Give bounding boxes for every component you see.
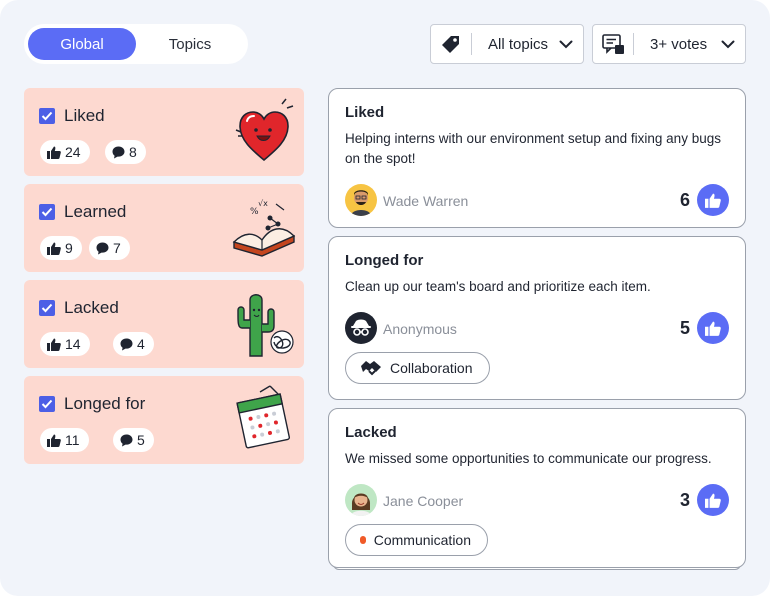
comments-count: 4	[137, 336, 145, 352]
category-checkbox[interactable]	[39, 204, 55, 220]
tag-icon	[431, 25, 471, 63]
author-name: Anonymous	[383, 321, 457, 337]
likes-count-pill: 9	[40, 236, 82, 260]
feedback-card[interactable]: Longed for Clean up our team's board and…	[328, 236, 746, 400]
category-title: Lacked	[64, 298, 119, 317]
likes-count-pill: 24	[40, 140, 90, 164]
thumbs-up-icon	[47, 146, 61, 159]
upvote-button[interactable]	[697, 312, 729, 344]
anonymous-avatar-icon	[345, 312, 377, 344]
category-title: Liked	[64, 106, 105, 125]
upvote-button[interactable]	[697, 184, 729, 216]
category-checkbox[interactable]	[39, 108, 55, 124]
category-card-liked[interactable]: Liked 24 8	[24, 88, 304, 176]
comment-icon	[120, 338, 133, 350]
comments-count-pill: 8	[105, 140, 146, 164]
category-checkbox[interactable]	[39, 396, 55, 412]
comments-count: 8	[129, 144, 137, 160]
avatar	[345, 184, 377, 216]
vote-count: 6	[679, 190, 690, 210]
avatar	[345, 484, 377, 516]
card-category-title: Liked	[345, 104, 385, 121]
category-card-learned[interactable]: Learned 9 7 % √x	[24, 184, 304, 272]
card-text: We missed some opportunities to communic…	[345, 451, 712, 466]
likes-count: 11	[65, 432, 80, 448]
comments-count: 5	[137, 432, 145, 448]
card-text: Helping interns with our environment set…	[345, 131, 721, 166]
cactus-illustration	[232, 288, 296, 358]
handshake-icon	[361, 361, 381, 376]
likes-count: 24	[65, 144, 81, 160]
vote-count: 5	[679, 318, 690, 338]
author-name: Jane Cooper	[383, 493, 464, 509]
likes-count-pill: 14	[40, 332, 90, 356]
likes-count: 9	[65, 240, 73, 256]
comment-icon	[112, 146, 125, 158]
toggle-topics[interactable]: Topics	[136, 28, 244, 60]
thumbs-up-icon	[47, 242, 61, 255]
book-illustration: % √x	[232, 192, 296, 262]
card-category-title: Lacked	[345, 424, 397, 441]
upvote-button[interactable]	[697, 484, 729, 516]
category-title: Longed for	[64, 394, 146, 413]
chevron-down-icon	[549, 40, 583, 49]
category-card-lacked[interactable]: Lacked 14 4	[24, 280, 304, 368]
topic-tag-communication[interactable]: Communication	[345, 524, 488, 556]
topic-tag-label: Collaboration	[390, 360, 473, 376]
category-card-longed-for[interactable]: Longed for 11 5	[24, 376, 304, 464]
comment-icon	[96, 242, 109, 254]
feedback-card[interactable]: Liked Helping interns with our environme…	[328, 88, 746, 228]
comments-count-pill: 7	[89, 236, 130, 260]
thumbs-up-icon	[47, 338, 61, 351]
feedback-card[interactable]: Lacked We missed some opportunities to c…	[328, 408, 746, 568]
topic-tag-label: Communication	[373, 532, 471, 548]
category-title: Learned	[64, 202, 127, 221]
topic-tag-collaboration[interactable]: Collaboration	[345, 352, 490, 384]
category-checkbox[interactable]	[39, 300, 55, 316]
retro-board: Global Topics All topics 3+ votes Liked …	[0, 0, 770, 596]
votes-filter-dropdown[interactable]: 3+ votes	[592, 24, 746, 64]
thumbs-up-icon	[705, 493, 721, 508]
vote-count: 3	[679, 490, 690, 510]
calendar-illustration	[232, 384, 296, 454]
card-category-title: Longed for	[345, 252, 424, 269]
svg-text:%: %	[250, 207, 259, 217]
likes-count-pill: 11	[40, 428, 89, 452]
toggle-global[interactable]: Global	[28, 28, 136, 60]
thumbs-up-icon	[47, 434, 61, 447]
status-dot	[360, 536, 366, 544]
thumbs-up-icon	[705, 193, 721, 208]
card-text: Clean up our team's board and prioritize…	[345, 279, 651, 294]
thumbs-up-icon	[705, 321, 721, 336]
author-name: Wade Warren	[383, 193, 469, 209]
comments-count-pill: 5	[113, 428, 154, 452]
comment-icon	[120, 434, 133, 446]
svg-text:√x: √x	[258, 199, 268, 208]
votes-filter-label: 3+ votes	[650, 35, 708, 53]
topics-filter-label: All topics	[488, 35, 549, 53]
topics-filter-dropdown[interactable]: All topics	[430, 24, 584, 64]
chevron-down-icon	[711, 40, 745, 49]
comments-count: 7	[113, 240, 121, 256]
votes-filter-icon	[593, 25, 633, 63]
view-toggle: Global Topics	[24, 24, 248, 64]
comments-count-pill: 4	[113, 332, 154, 356]
likes-count: 14	[65, 336, 81, 352]
heart-illustration	[232, 96, 296, 166]
